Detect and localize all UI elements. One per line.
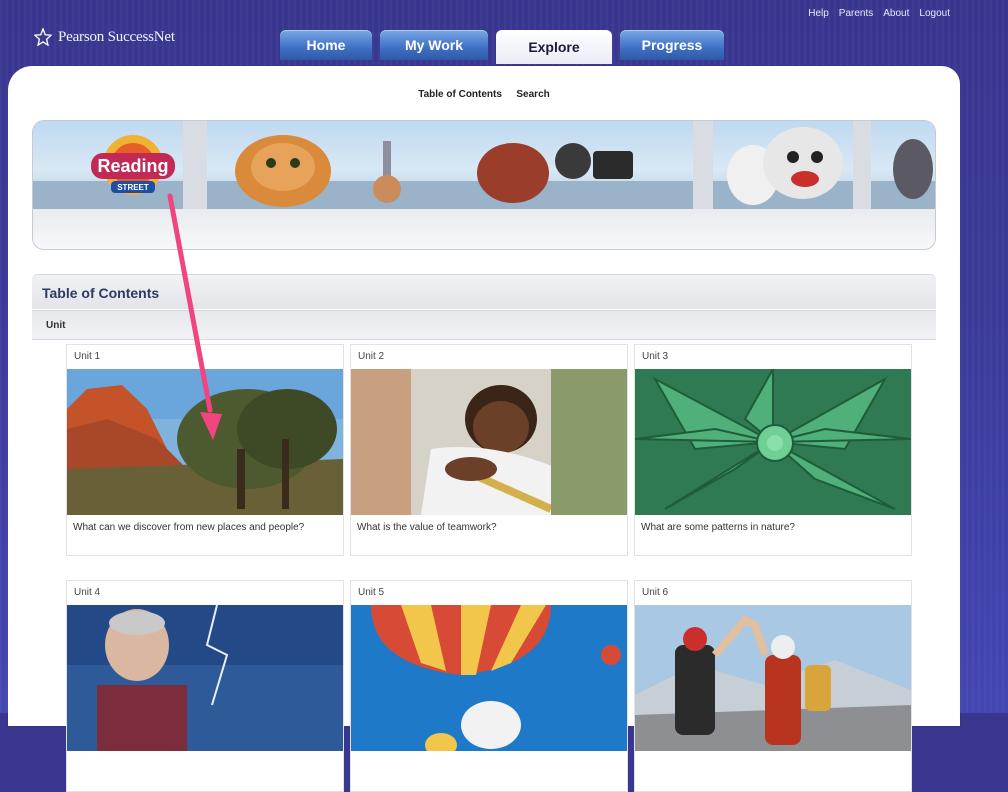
unit-card-3[interactable]: Unit 3 What are some patterns in nature? <box>634 344 912 556</box>
street-logo-text: STREET <box>117 183 149 192</box>
star-icon <box>34 28 52 46</box>
unit-card-6[interactable]: Unit 6 <box>634 580 912 792</box>
unit-question <box>351 751 627 791</box>
unit-card-4[interactable]: Unit 4 <box>66 580 344 792</box>
unit-column-header: Unit <box>32 310 936 340</box>
toc-header: Table of Contents <box>32 274 936 309</box>
tab-my-work[interactable]: My Work <box>380 30 488 60</box>
unit-label: Unit 3 <box>642 351 669 362</box>
content-panel: Table of Contents Search Reading STREET … <box>8 66 960 792</box>
unit-1-image <box>67 369 343 515</box>
parents-link[interactable]: Parents <box>839 8 873 19</box>
unit-5-image <box>351 605 627 751</box>
unit-label: Unit 2 <box>358 351 385 362</box>
subnav-search[interactable]: Search <box>516 89 549 100</box>
unit-label: Unit 4 <box>74 587 101 598</box>
unit-label: Unit 1 <box>74 351 101 362</box>
help-link[interactable]: Help <box>808 8 829 19</box>
unit-header-label: Unit <box>46 320 66 331</box>
unit-question: What can we discover from new places and… <box>73 522 305 533</box>
reading-street-banner: Reading STREET <box>32 120 936 250</box>
unit-label: Unit 6 <box>642 587 669 598</box>
tab-explore[interactable]: Explore <box>496 30 612 64</box>
unit-question <box>67 751 343 791</box>
unit-card-2[interactable]: Unit 2 What is the value of teamwork? <box>350 344 628 556</box>
tab-home[interactable]: Home <box>280 30 372 60</box>
unit-question: What is the value of teamwork? <box>357 522 497 533</box>
reading-logo-text: Reading <box>97 156 168 176</box>
tab-progress[interactable]: Progress <box>620 30 724 60</box>
unit-question <box>635 751 911 791</box>
unit-4-image <box>67 605 343 751</box>
unit-card-1[interactable]: Unit 1 What can we discover from new pla… <box>66 344 344 556</box>
sub-navigation: Table of Contents Search <box>8 84 960 102</box>
logout-link[interactable]: Logout <box>919 8 950 19</box>
main-tabs: Home My Work Explore Progress <box>280 30 724 64</box>
unit-question: What are some patterns in nature? <box>641 522 795 533</box>
pearson-logo[interactable]: Pearson SuccessNet <box>34 28 175 46</box>
unit-3-image <box>635 369 911 515</box>
banner-illustration: Reading STREET <box>33 121 935 209</box>
logo-text: Pearson SuccessNet <box>58 28 175 45</box>
unit-label: Unit 5 <box>358 587 385 598</box>
banner-strip <box>33 209 935 249</box>
unit-6-image <box>635 605 911 751</box>
reading-street-logo[interactable]: Reading STREET <box>87 131 179 203</box>
about-link[interactable]: About <box>883 8 909 19</box>
toc-title: Table of Contents <box>42 285 160 301</box>
subnav-table-of-contents[interactable]: Table of Contents <box>418 89 502 100</box>
unit-2-image <box>351 369 627 515</box>
unit-card-5[interactable]: Unit 5 <box>350 580 628 792</box>
utility-links: Help Parents About Logout <box>808 8 950 19</box>
